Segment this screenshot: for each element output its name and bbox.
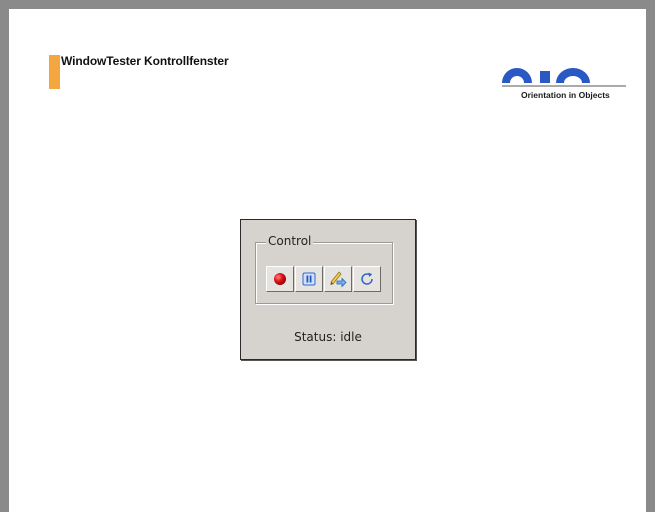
record-button[interactable]: [266, 266, 294, 292]
restart-button[interactable]: [353, 266, 381, 292]
status-label: Status: idle: [294, 330, 362, 344]
record-icon: [274, 273, 286, 285]
slide-title: WindowTester Kontrollfenster: [61, 54, 229, 68]
write-code-button[interactable]: [324, 266, 352, 292]
title-accent-bar: [49, 55, 60, 89]
pause-icon: [302, 272, 316, 286]
logo-tagline: Orientation in Objects: [521, 90, 610, 100]
control-group-label: Control: [266, 234, 314, 248]
pause-button[interactable]: [295, 266, 323, 292]
control-window: Control Status: idle: [240, 219, 416, 360]
write-code-icon: [330, 271, 347, 288]
control-group: Control: [255, 234, 393, 304]
slide-frame: WindowTester Kontrollfenster Orientation…: [0, 0, 655, 512]
restart-icon: [361, 272, 373, 285]
control-toolbar: [266, 266, 381, 292]
